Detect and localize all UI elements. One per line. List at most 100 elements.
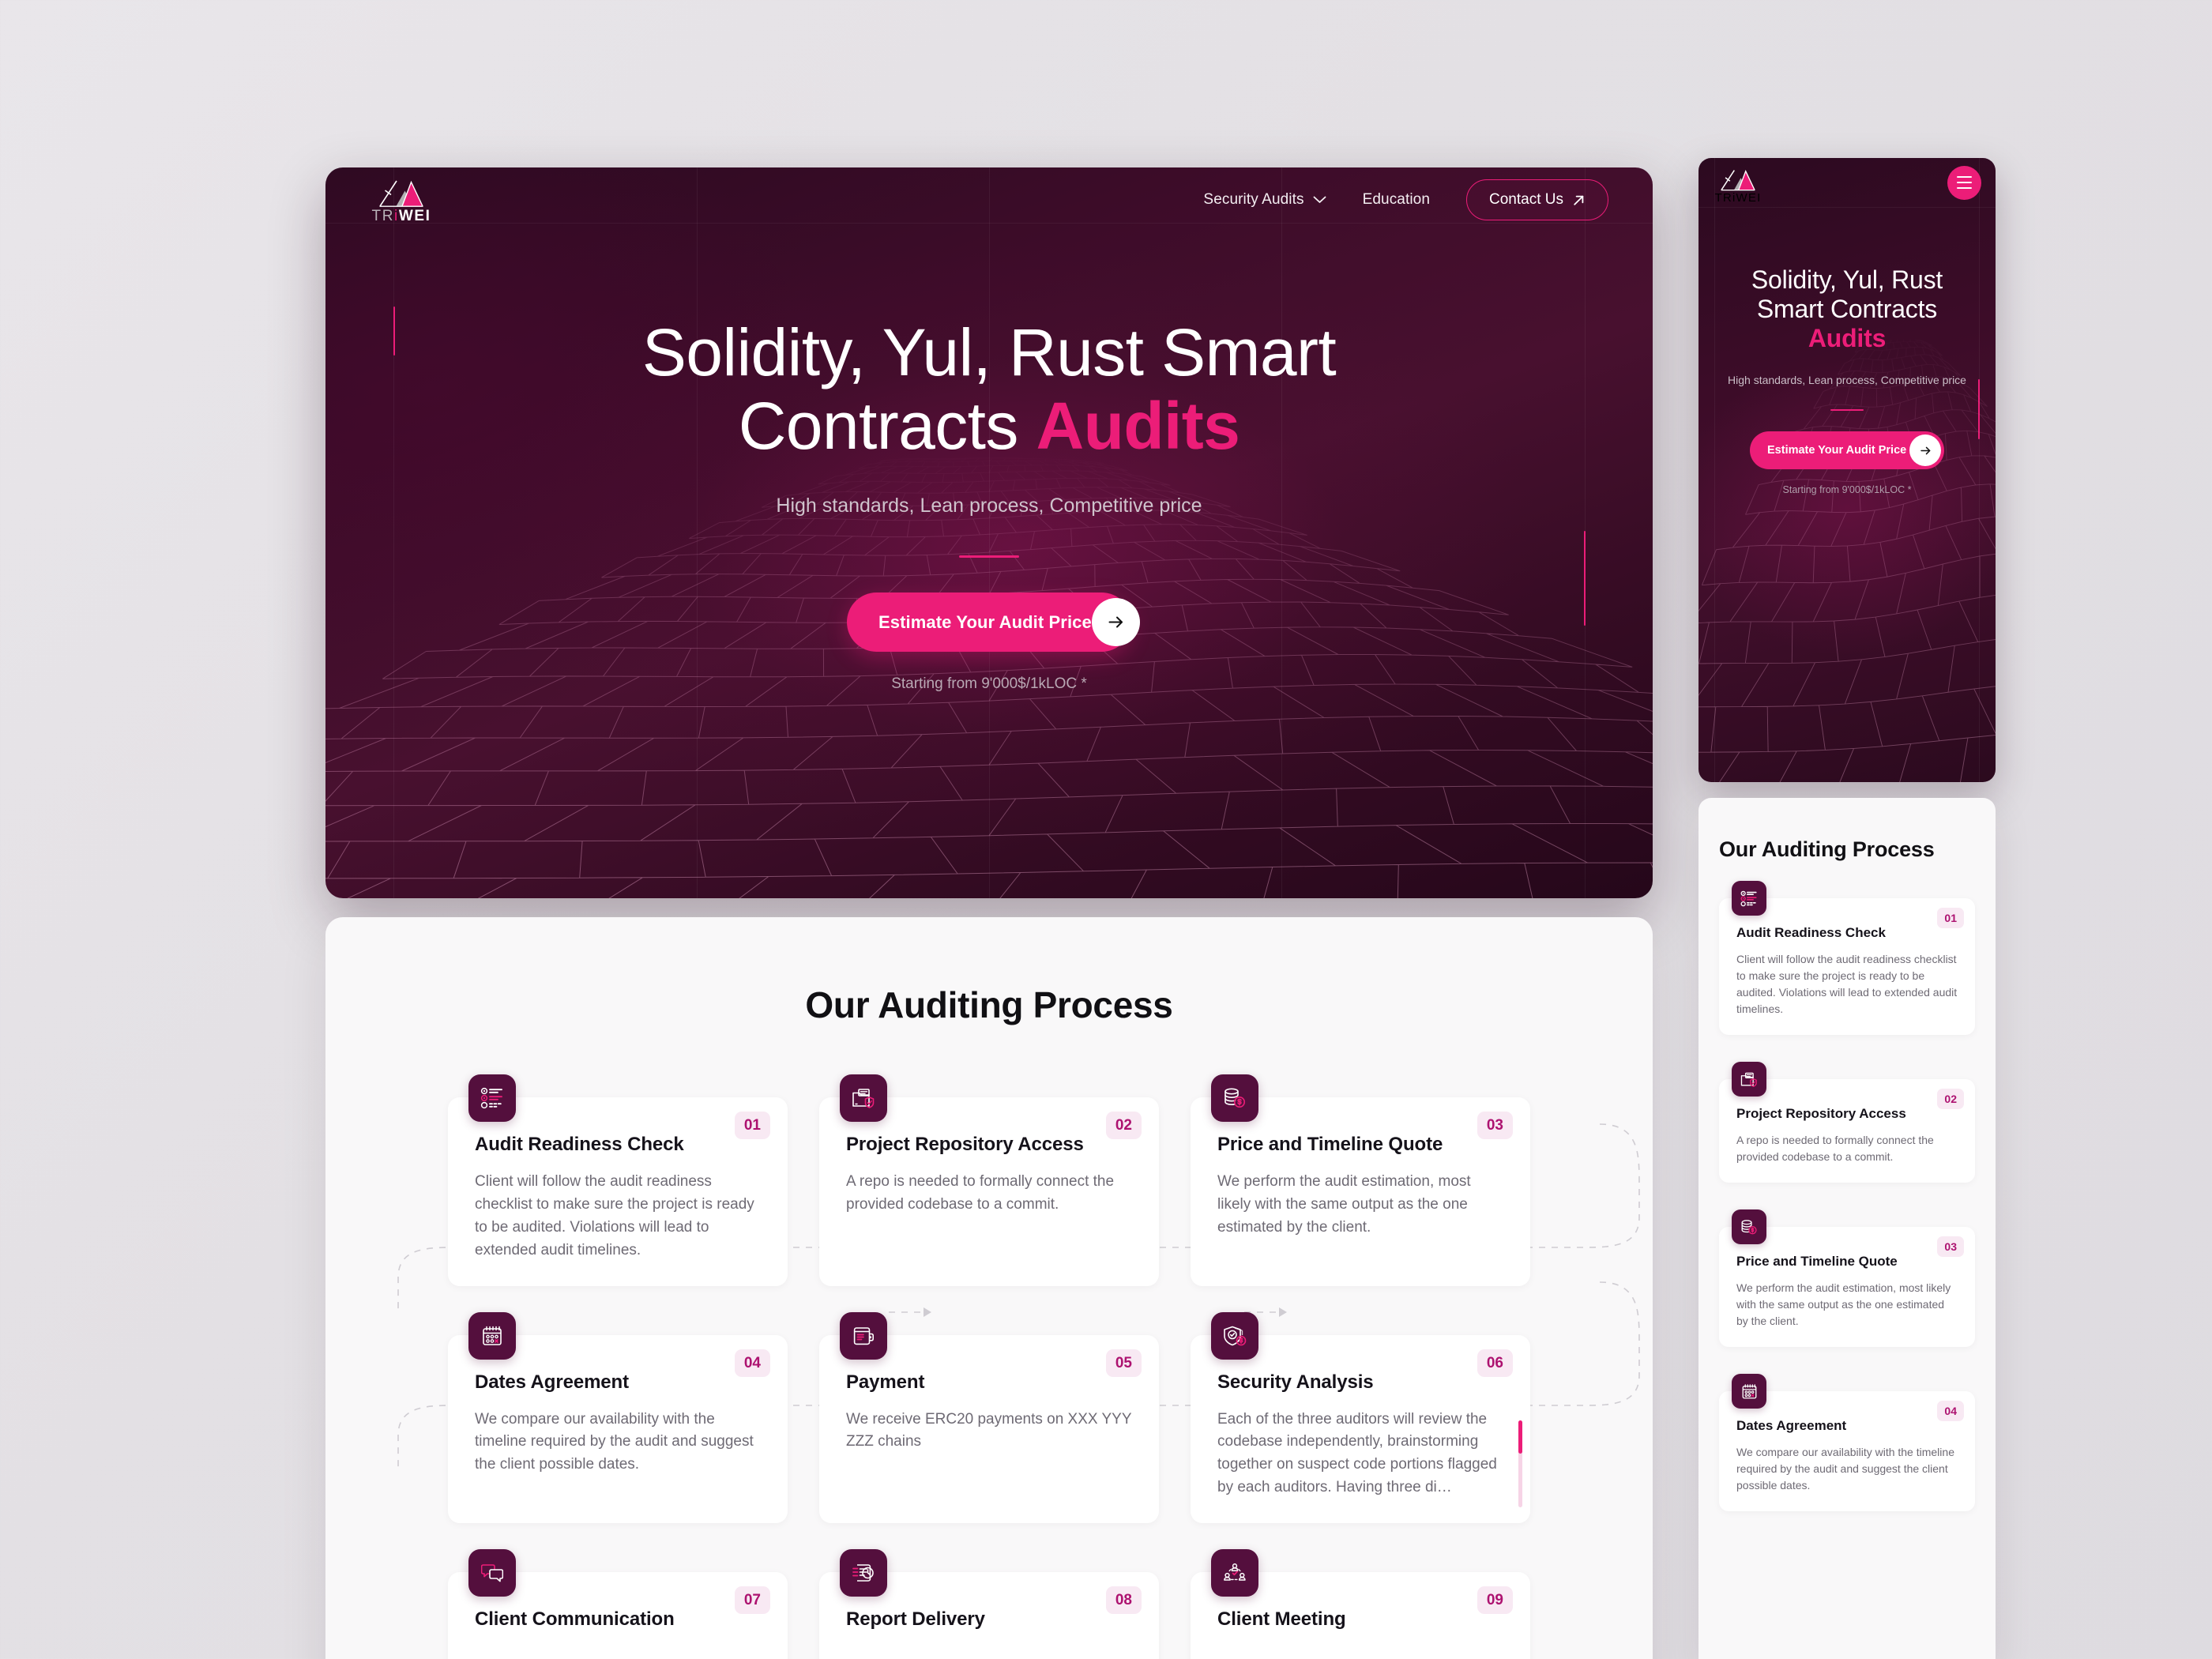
process-card-number: 05 <box>1105 1349 1142 1377</box>
mobile-process-card-title: Project Repository Access <box>1736 1106 1906 1121</box>
hero-title-line-2: Contracts <box>738 389 1036 464</box>
coins-dollar-icon <box>1732 1209 1766 1244</box>
mobile-process-card-number: 01 <box>1937 908 1964 928</box>
logo-wordmark: TRiWEI <box>371 209 431 224</box>
mobile-logo[interactable]: TRiWEI <box>1715 161 1762 204</box>
process-card-04[interactable]: 04 Dates Agreement We compare our availa… <box>448 1311 788 1523</box>
mobile-process-card-description: A repo is needed to formally connect the… <box>1736 1134 1934 1163</box>
mobile-hero-title-line-1: Solidity, Yul, Rust <box>1751 265 1943 294</box>
top-navigation: TRiWEI Security Audits Education Contact… <box>325 167 1653 224</box>
estimate-audit-price-label: Estimate Your Audit Price <box>878 611 1092 632</box>
price-note: Starting from 9'000$/1kLOC * <box>891 675 1087 693</box>
process-card-description: A repo is needed to formally connect the… <box>846 1173 1115 1213</box>
process-card-number: 01 <box>734 1112 770 1139</box>
mobile-hero-title: Solidity, Yul, Rust Smart Contracts Audi… <box>1719 265 1975 353</box>
folder-shield-icon <box>840 1074 887 1122</box>
mobile-hero-content: Solidity, Yul, Rust Smart Contracts Audi… <box>1698 207 1996 495</box>
hero-divider <box>959 555 1019 559</box>
hero-section: {} TRiWEI Security Audits <box>325 167 1653 898</box>
desktop-mockup: {} TRiWEI Security Audits <box>325 167 1653 1659</box>
process-card-02[interactable]: 02 Project Repository Access A repo is n… <box>819 1074 1159 1286</box>
mobile-process-card-02[interactable]: 02 Project Repository Access A repo is n… <box>1719 1062 1975 1183</box>
process-card-description: Client will follow the audit readiness c… <box>475 1173 754 1258</box>
mobile-process-card-title: Dates Agreement <box>1736 1418 1847 1433</box>
contact-us-button[interactable]: Contact Us <box>1466 179 1608 220</box>
calendar-icon <box>468 1311 516 1360</box>
mobile-process-card-03[interactable]: 03 Price and Timeline Quote We perform t… <box>1719 1209 1975 1347</box>
arrow-up-right-icon <box>1574 195 1584 205</box>
mobile-process-card-description: We perform the audit estimation, most li… <box>1736 1281 1951 1327</box>
mobile-process-card-01[interactable]: 01 Audit Readiness Check Client will fol… <box>1719 881 1975 1035</box>
logo-mountain-icon <box>1721 170 1755 191</box>
hero-subtitle: High standards, Lean process, Competitiv… <box>776 495 1202 517</box>
hero-title: Solidity, Yul, Rust Smart Contracts Audi… <box>543 315 1435 464</box>
mobile-process-card-description: We compare our availability with the tim… <box>1736 1446 1954 1492</box>
logo-text-tri: TR <box>371 208 395 224</box>
mobile-process-card-04[interactable]: 04 Dates Agreement We compare our availa… <box>1719 1374 1975 1511</box>
mobile-price-note: Starting from 9'000$/1kLOC * <box>1782 484 1912 496</box>
wallet-icon <box>840 1311 887 1360</box>
mobile-logo-text-wei: WEI <box>1736 191 1762 205</box>
process-card-title: Security Analysis <box>1217 1371 1374 1393</box>
process-card-03[interactable]: 03 Price and Timeline Quote We perform t… <box>1191 1074 1530 1286</box>
logo[interactable]: TRiWEI <box>371 167 431 224</box>
process-card-description: We compare our availability with the tim… <box>475 1410 754 1473</box>
folder-shield-icon <box>1732 1062 1766 1097</box>
mobile-hero-subtitle: High standards, Lean process, Competitiv… <box>1728 374 1966 387</box>
mobile-hero-section: TRiWEI Solidity, Yul, Rust Smart Contrac… <box>1698 158 1996 782</box>
contact-us-label: Contact Us <box>1489 191 1563 208</box>
process-card-09[interactable]: 09 Client Meeting <box>1191 1549 1530 1659</box>
mobile-process-card-number: 03 <box>1937 1236 1964 1257</box>
process-card-01[interactable]: 01 Audit Readiness Check Client will fol… <box>448 1074 788 1286</box>
mobile-process-card-title: Price and Timeline Quote <box>1736 1254 1898 1269</box>
hero-title-accent: Audits <box>1036 389 1240 464</box>
estimate-audit-price-button[interactable]: Estimate Your Audit Price <box>847 592 1140 653</box>
mobile-process-card-number: 02 <box>1937 1089 1964 1109</box>
mobile-process-card-description: Client will follow the audit readiness c… <box>1736 953 1958 1015</box>
hamburger-menu-icon[interactable] <box>1947 165 1981 200</box>
mobile-process-card-number: 04 <box>1937 1401 1964 1421</box>
team-network-icon <box>1211 1549 1258 1597</box>
process-card-number: 09 <box>1477 1586 1513 1614</box>
process-card-title: Dates Agreement <box>475 1371 630 1393</box>
nav-item-security-audits-label: Security Audits <box>1203 191 1304 208</box>
process-card-description: Each of the three auditors will review t… <box>1217 1410 1497 1496</box>
hero-title-line-1: Solidity, Yul, Rust Smart <box>641 315 1337 389</box>
process-card-description: We perform the audit estimation, most li… <box>1217 1173 1471 1236</box>
calendar-icon <box>1732 1374 1766 1409</box>
nav-item-education[interactable]: Education <box>1363 191 1430 209</box>
process-card-06[interactable]: 06 Security Analysis Each of the three a… <box>1191 1311 1530 1523</box>
shield-dollar-icon <box>1211 1311 1258 1360</box>
process-card-number: 03 <box>1477 1112 1513 1139</box>
process-card-number: 07 <box>734 1586 770 1614</box>
chevron-down-icon <box>1313 196 1326 203</box>
process-card-title: Report Delivery <box>846 1608 985 1630</box>
process-card-title: Price and Timeline Quote <box>1217 1134 1443 1155</box>
process-card-title: Project Repository Access <box>846 1134 1084 1155</box>
process-section: Our Auditing Process 01 Audit Readiness … <box>325 917 1653 1659</box>
mobile-process-card-title: Audit Readiness Check <box>1736 925 1886 940</box>
process-card-07[interactable]: 07 Client Communication <box>448 1549 788 1659</box>
process-card-number: 06 <box>1477 1349 1513 1377</box>
mobile-logo-wordmark: TRiWEI <box>1715 192 1762 204</box>
process-card-number: 02 <box>1105 1112 1142 1139</box>
mobile-process-section: Our Auditing Process 01 Audit Readiness … <box>1698 798 1996 1659</box>
mobile-logo-text-tri: TR <box>1714 191 1732 205</box>
process-card-05[interactable]: 05 Payment We receive ERC20 payments on … <box>819 1311 1159 1523</box>
process-card-number: 08 <box>1105 1586 1142 1614</box>
checklist-icon <box>468 1074 516 1122</box>
process-card-description: We receive ERC20 payments on XXX YYY ZZZ… <box>846 1410 1132 1450</box>
mobile-estimate-audit-price-button[interactable]: Estimate Your Audit Price <box>1750 431 1944 470</box>
process-card-title: Client Communication <box>475 1608 675 1630</box>
logo-mountain-icon <box>379 180 423 207</box>
mobile-estimate-audit-price-label: Estimate Your Audit Price <box>1767 444 1907 457</box>
mobile-hero-divider <box>1830 408 1864 412</box>
process-card-title: Audit Readiness Check <box>475 1134 684 1155</box>
nav-item-security-audits[interactable]: Security Audits <box>1203 191 1326 209</box>
card-scrollbar[interactable] <box>1518 1420 1522 1507</box>
coins-dollar-icon <box>1211 1074 1258 1122</box>
hero-content: Solidity, Yul, Rust Smart Contracts Audi… <box>325 223 1653 693</box>
process-card-number: 04 <box>734 1349 770 1377</box>
process-card-08[interactable]: 08 Report Delivery <box>819 1549 1159 1659</box>
mobile-hero-title-line-2: Smart Contracts <box>1756 295 1938 324</box>
